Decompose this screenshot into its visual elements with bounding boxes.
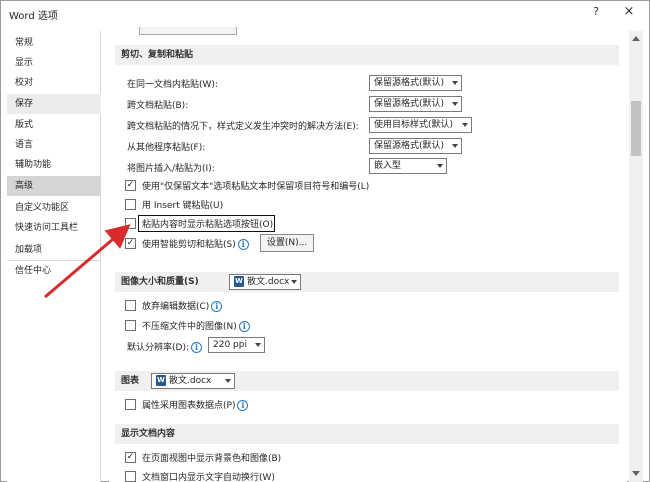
- show-paste-options-checkbox[interactable]: [125, 218, 136, 229]
- cut-off-button[interactable]: [139, 27, 237, 35]
- insert-key-paste-option[interactable]: 用 Insert 键粘贴(U): [125, 197, 245, 213]
- smart-cut-paste-text: 使用智能剪切和粘贴(S): [142, 240, 236, 250]
- smart-cut-paste-label: 使用智能剪切和粘贴(S) i: [142, 237, 249, 250]
- paste-between-docs-dropdown[interactable]: 保留源格式(默认): [369, 96, 462, 112]
- paste-within-doc-dropdown[interactable]: 保留源格式(默认): [369, 75, 462, 91]
- paste-between-docs-value: 保留源格式(默认): [374, 99, 445, 109]
- image-quality-header: 图像大小和质量(S): [121, 277, 199, 287]
- nav-item-proofing[interactable]: 校对: [7, 73, 101, 93]
- wrap-text-checkbox[interactable]: [125, 471, 136, 482]
- insert-key-paste-checkbox[interactable]: [125, 199, 136, 210]
- section-image-quality: 图像大小和质量(S) W 散文.docx: [115, 272, 619, 292]
- word-options-dialog: Word 选项 ? × 常规 显示 校对 保存 版式 语言 辅助功能 高级 自定…: [0, 0, 650, 482]
- discard-edit-data-text: 放弃编辑数据(C): [142, 302, 210, 312]
- options-nav: 常规 显示 校对 保存 版式 语言 辅助功能 高级 自定义功能区 快速访问工具栏…: [7, 31, 101, 482]
- advanced-options-pane: 剪切、复制和粘贴 在同一文档内粘贴(W): 保留源格式(默认) 跨文档粘贴(B)…: [109, 27, 627, 482]
- paste-between-docs-label: 跨文档粘贴(B):: [127, 101, 189, 111]
- charts-header: 图表: [121, 376, 140, 386]
- keep-bullets-option[interactable]: ✓ 使用"仅保留文本"选项粘贴文本时保留项目符号和编号(L): [125, 178, 405, 194]
- nav-item-accessibility[interactable]: 辅助功能: [7, 155, 101, 175]
- insert-picture-value: 嵌入型: [374, 161, 402, 171]
- window-title: Word 选项: [9, 11, 58, 22]
- paste-within-doc-label: 在同一文档内粘贴(W):: [127, 80, 218, 90]
- scroll-thumb[interactable]: [631, 101, 641, 156]
- resolution-value: 220 ppi: [213, 340, 247, 350]
- discard-edit-data-checkbox[interactable]: [125, 300, 136, 311]
- smart-cut-paste-checkbox[interactable]: ✓: [125, 238, 136, 249]
- chevron-down-icon: [452, 102, 458, 106]
- smart-cut-paste-option[interactable]: ✓ 使用智能剪切和粘贴(S) i: [125, 236, 255, 252]
- no-compress-checkbox[interactable]: [125, 320, 136, 331]
- paste-other-programs-value: 保留源格式(默认): [374, 141, 445, 151]
- nav-item-typography[interactable]: 版式: [7, 115, 101, 135]
- chevron-down-icon: [452, 81, 458, 85]
- section-charts: 图表 W 散文.docx: [115, 371, 619, 391]
- resolution-dropdown[interactable]: 220 ppi: [208, 337, 265, 353]
- show-background-option[interactable]: ✓ 在页面视图中显示背景色和图像(B): [125, 450, 305, 466]
- chevron-down-icon: [225, 379, 231, 383]
- chart-properties-label: 属性采用图表数据点(P) i: [142, 398, 249, 411]
- nav-item-advanced[interactable]: 高级: [7, 176, 101, 196]
- charts-doc-value: 散文.docx: [169, 376, 212, 386]
- keep-bullets-checkbox[interactable]: ✓: [125, 180, 136, 191]
- info-icon: i: [191, 342, 202, 353]
- style-conflict-label: 跨文档粘贴的情况下，样式定义发生冲突时的解决方法(E):: [127, 122, 359, 132]
- chevron-down-icon: [462, 123, 468, 127]
- discard-edit-data-label: 放弃编辑数据(C) i: [142, 299, 223, 312]
- chart-properties-text: 属性采用图表数据点(P): [142, 401, 236, 411]
- no-compress-text: 不压缩文件中的图像(N): [142, 322, 237, 332]
- scroll-down-icon[interactable]: [632, 471, 640, 476]
- discard-edit-data-option[interactable]: 放弃编辑数据(C) i: [125, 298, 265, 314]
- wrap-text-option[interactable]: 文档窗口内显示文字自动换行(W): [125, 469, 305, 482]
- paste-other-programs-label: 从其他程序粘贴(F):: [127, 143, 206, 153]
- nav-item-save[interactable]: 保存: [7, 94, 101, 114]
- no-compress-label: 不压缩文件中的图像(N) i: [142, 319, 250, 332]
- default-resolution-label: 默认分辨率(D): i: [127, 340, 202, 353]
- info-icon: i: [237, 400, 249, 411]
- insert-key-paste-label: 用 Insert 键粘贴(U): [142, 201, 224, 211]
- chevron-down-icon: [291, 280, 297, 284]
- nav-item-general[interactable]: 常规: [7, 33, 101, 53]
- nav-item-add-ins[interactable]: 加载项: [7, 240, 101, 260]
- image-quality-doc-dropdown[interactable]: W 散文.docx: [229, 274, 301, 290]
- section-show-document-content: 显示文档内容: [115, 424, 619, 444]
- info-icon: i: [211, 301, 223, 312]
- image-quality-doc-value: 散文.docx: [247, 277, 290, 287]
- keep-bullets-label: 使用"仅保留文本"选项粘贴文本时保留项目符号和编号(L): [142, 182, 370, 192]
- nav-item-language[interactable]: 语言: [7, 135, 101, 155]
- nav-item-trust-center[interactable]: 信任中心: [7, 261, 101, 281]
- show-background-label: 在页面视图中显示背景色和图像(B): [142, 454, 282, 464]
- nav-item-quick-access-toolbar[interactable]: 快速访问工具栏: [7, 218, 101, 238]
- show-background-checkbox[interactable]: ✓: [125, 452, 136, 463]
- style-conflict-value: 使用目标样式(默认): [374, 120, 454, 130]
- nav-item-customize-ribbon[interactable]: 自定义功能区: [7, 198, 101, 218]
- paste-within-doc-value: 保留源格式(默认): [374, 78, 445, 88]
- chevron-down-icon: [255, 343, 261, 347]
- paste-other-programs-dropdown[interactable]: 保留源格式(默认): [369, 138, 462, 154]
- style-conflict-dropdown[interactable]: 使用目标样式(默认): [369, 117, 472, 133]
- vertical-scrollbar[interactable]: [629, 31, 643, 482]
- nav-item-display[interactable]: 显示: [7, 53, 101, 73]
- section-cut-copy-paste: 剪切、复制和粘贴: [115, 45, 619, 65]
- help-button[interactable]: ?: [586, 5, 606, 23]
- chart-properties-option[interactable]: 属性采用图表数据点(P) i: [125, 397, 275, 413]
- word-doc-icon: W: [156, 375, 166, 386]
- no-compress-option[interactable]: 不压缩文件中的图像(N) i: [125, 318, 285, 334]
- insert-picture-label: 将图片插入/粘贴为(I):: [127, 164, 215, 174]
- scroll-up-icon[interactable]: [632, 36, 640, 41]
- charts-doc-dropdown[interactable]: W 散文.docx: [151, 373, 235, 389]
- highlight-box: [138, 215, 275, 232]
- wrap-text-label: 文档窗口内显示文字自动换行(W): [142, 473, 275, 482]
- title-bar: Word 选项 ? ×: [1, 1, 649, 27]
- default-resolution-text: 默认分辨率(D):: [127, 343, 189, 353]
- insert-picture-dropdown[interactable]: 嵌入型: [369, 158, 447, 174]
- close-button[interactable]: ×: [619, 4, 639, 22]
- chevron-down-icon: [437, 164, 443, 168]
- settings-button[interactable]: 设置(N)...: [260, 234, 314, 252]
- info-icon: i: [237, 239, 249, 250]
- chevron-down-icon: [452, 144, 458, 148]
- chart-properties-checkbox[interactable]: [125, 399, 136, 410]
- info-icon: i: [238, 321, 250, 332]
- word-doc-icon: W: [234, 276, 244, 287]
